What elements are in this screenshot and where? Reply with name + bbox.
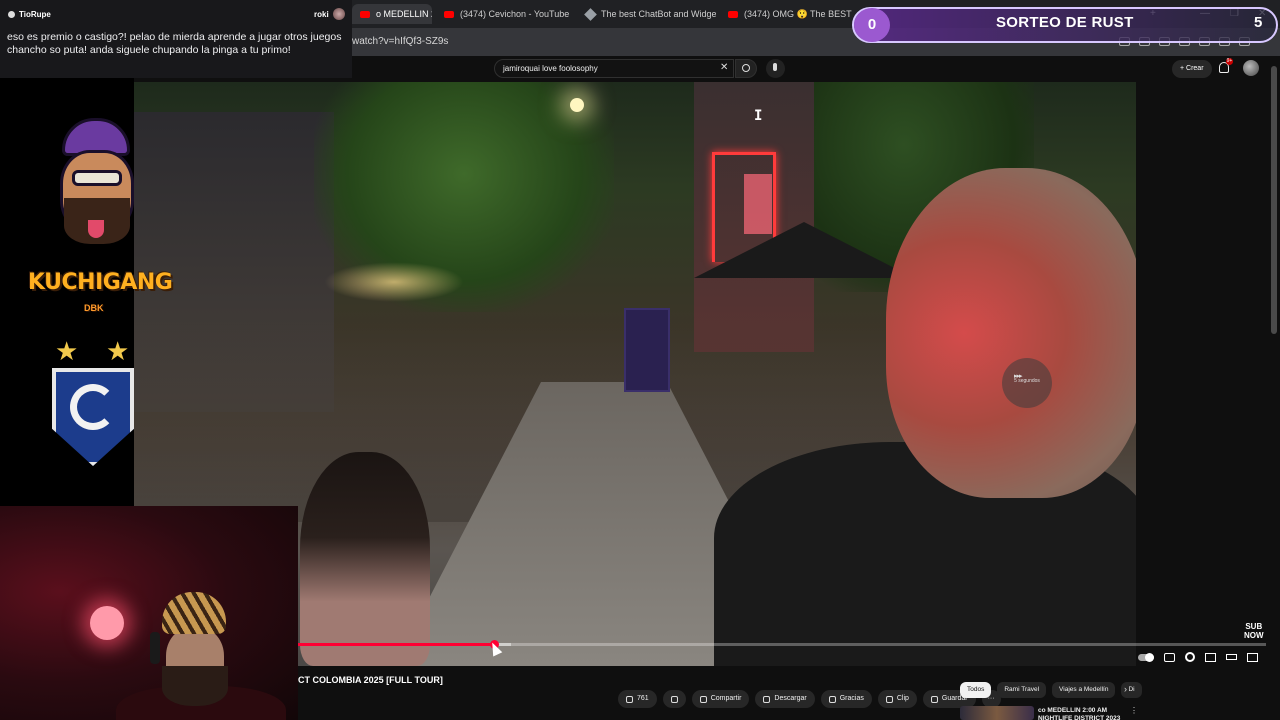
mic-icon[interactable] bbox=[766, 59, 785, 78]
more-vert-icon[interactable]: ⋮ bbox=[1130, 706, 1138, 715]
brand-logo-text: KUCHIGANG bbox=[28, 270, 173, 295]
tab-label: The best ChatBot and Widgets bbox=[601, 9, 716, 19]
fast-forward-icon: ▸▸▸ bbox=[1014, 373, 1022, 380]
dislike-icon bbox=[670, 695, 678, 703]
chat-username-text: TioRupe bbox=[19, 10, 51, 19]
like-icon bbox=[626, 695, 633, 703]
create-button[interactable]: + Crear bbox=[1172, 60, 1212, 78]
thanks-icon bbox=[828, 695, 836, 703]
clear-search-icon[interactable]: ✕ bbox=[720, 62, 728, 73]
theater-mode-icon[interactable] bbox=[1226, 654, 1237, 660]
chat-username-2: roki bbox=[314, 10, 329, 19]
download-label: Descargar bbox=[774, 695, 807, 702]
youtube-icon bbox=[728, 10, 738, 18]
share-button[interactable]: Compartir bbox=[691, 690, 750, 708]
video-scene-lights bbox=[324, 262, 464, 302]
recommendation-chips: Todos Rami Travel Viajes a Medellín Di bbox=[960, 682, 1142, 698]
notification-badge: 9+ bbox=[1226, 58, 1233, 65]
subscribe-watermark[interactable]: SUB NOW bbox=[1244, 622, 1264, 640]
video-actions: 761 Compartir Descargar Gracias Clip Gua… bbox=[618, 690, 1001, 708]
gear-icon[interactable] bbox=[1185, 652, 1195, 662]
like-button[interactable]: 761 bbox=[618, 690, 657, 708]
autoplay-toggle[interactable] bbox=[1138, 652, 1154, 662]
user-icon bbox=[8, 11, 15, 18]
chip-viajes-medellin[interactable]: Viajes a Medellín bbox=[1052, 682, 1116, 698]
search-button[interactable] bbox=[735, 59, 757, 78]
address-bar[interactable]: watch?v=hIfQf3-SZ9s bbox=[352, 36, 448, 47]
tab-label: o MEDELLIN 2 bbox=[376, 9, 432, 19]
video-scene-neon bbox=[744, 174, 772, 234]
chat-username: TioRupe bbox=[8, 10, 51, 19]
recommended-video-thumbnail[interactable] bbox=[960, 706, 1034, 720]
club-crest-letter bbox=[70, 384, 116, 430]
avatar bbox=[333, 8, 345, 20]
youtube-icon bbox=[360, 10, 370, 18]
brand-logo-subtext: DBK bbox=[84, 303, 104, 313]
tab-cevichon[interactable]: (3474) Cevichon - YouTube bbox=[436, 4, 572, 24]
tab-omg[interactable]: (3474) OMG 😲 The BEST Rio bbox=[720, 4, 852, 24]
scrollbar-thumb[interactable] bbox=[1271, 66, 1277, 334]
star-icon: ★ bbox=[55, 336, 79, 366]
chat-message: eso es premio o castigo?! pelao de mierd… bbox=[7, 31, 342, 56]
raffle-count-right: 5 bbox=[1254, 14, 1263, 31]
recommended-video-title[interactable]: co MEDELLIN 2:00 AM NIGHTLIFE DISTRICT 2… bbox=[1038, 707, 1128, 720]
clip-button[interactable]: Clip bbox=[877, 690, 917, 708]
share-icon bbox=[699, 695, 707, 703]
miniplayer-icon[interactable] bbox=[1205, 652, 1216, 662]
download-icon bbox=[763, 695, 771, 703]
mascot-tongue bbox=[88, 220, 104, 238]
raffle-title: SORTEO DE RUST bbox=[996, 14, 1134, 31]
youtube-icon bbox=[444, 10, 454, 18]
thanks-button[interactable]: Gracias bbox=[820, 690, 872, 708]
clip-icon bbox=[885, 695, 893, 703]
chip-rami-travel[interactable]: Rami Travel bbox=[997, 682, 1047, 698]
tab-label: (3474) OMG 😲 The BEST Rio bbox=[744, 8, 852, 19]
page-scrollbar[interactable] bbox=[1270, 60, 1278, 720]
video-scene-sign bbox=[624, 308, 670, 392]
share-label: Compartir bbox=[710, 695, 742, 702]
streamer-webcam bbox=[0, 506, 298, 720]
star-icon: ★ bbox=[106, 336, 130, 366]
chip-todos[interactable]: Todos bbox=[960, 682, 992, 698]
mascot-glasses bbox=[72, 170, 122, 186]
avatar[interactable] bbox=[1243, 60, 1259, 76]
skip-forward-indicator: 5 segundos bbox=[1002, 358, 1052, 408]
video-scene-person bbox=[300, 452, 430, 666]
stream-chat-overlay: TioRupe roki eso es premio o castigo?! p… bbox=[0, 0, 352, 78]
download-button[interactable]: Descargar bbox=[755, 690, 815, 708]
search-input[interactable]: jamiroquai love foolosophy bbox=[494, 59, 734, 78]
clip-label: Clip bbox=[896, 695, 909, 702]
chevron-right-icon[interactable]: › bbox=[1124, 684, 1127, 694]
player-controls-right bbox=[1138, 650, 1258, 664]
video-scene-lamp bbox=[570, 98, 584, 112]
tab-chatbot[interactable]: The best ChatBot and Widgets bbox=[578, 4, 716, 24]
bot-icon bbox=[584, 7, 597, 21]
subtitles-icon[interactable] bbox=[1164, 652, 1175, 662]
cam-scene-hat bbox=[162, 592, 226, 634]
fullscreen-icon[interactable] bbox=[1247, 652, 1258, 662]
text-cursor-icon: I bbox=[754, 108, 763, 124]
cam-scene-light bbox=[90, 606, 124, 640]
headset-icon bbox=[150, 632, 160, 664]
save-icon bbox=[930, 695, 938, 703]
video-title: CT COLOMBIA 2025 [FULL TOUR] bbox=[298, 675, 443, 685]
cam-scene-beard bbox=[162, 666, 228, 706]
progress-bar[interactable] bbox=[298, 643, 1266, 646]
screen: o MEDELLIN 2 ✕ (3474) Cevichon - YouTube… bbox=[0, 0, 1280, 720]
tab-label: (3474) Cevichon - YouTube bbox=[460, 9, 570, 19]
tab-medellin[interactable]: o MEDELLIN 2 ✕ bbox=[352, 4, 432, 24]
video-scene-head bbox=[886, 168, 1136, 498]
progress-fill bbox=[298, 643, 495, 646]
like-count: 761 bbox=[637, 695, 649, 702]
thanks-label: Gracias bbox=[839, 695, 864, 702]
dislike-button[interactable] bbox=[662, 690, 686, 708]
raffle-count-left: 0 bbox=[854, 8, 890, 42]
